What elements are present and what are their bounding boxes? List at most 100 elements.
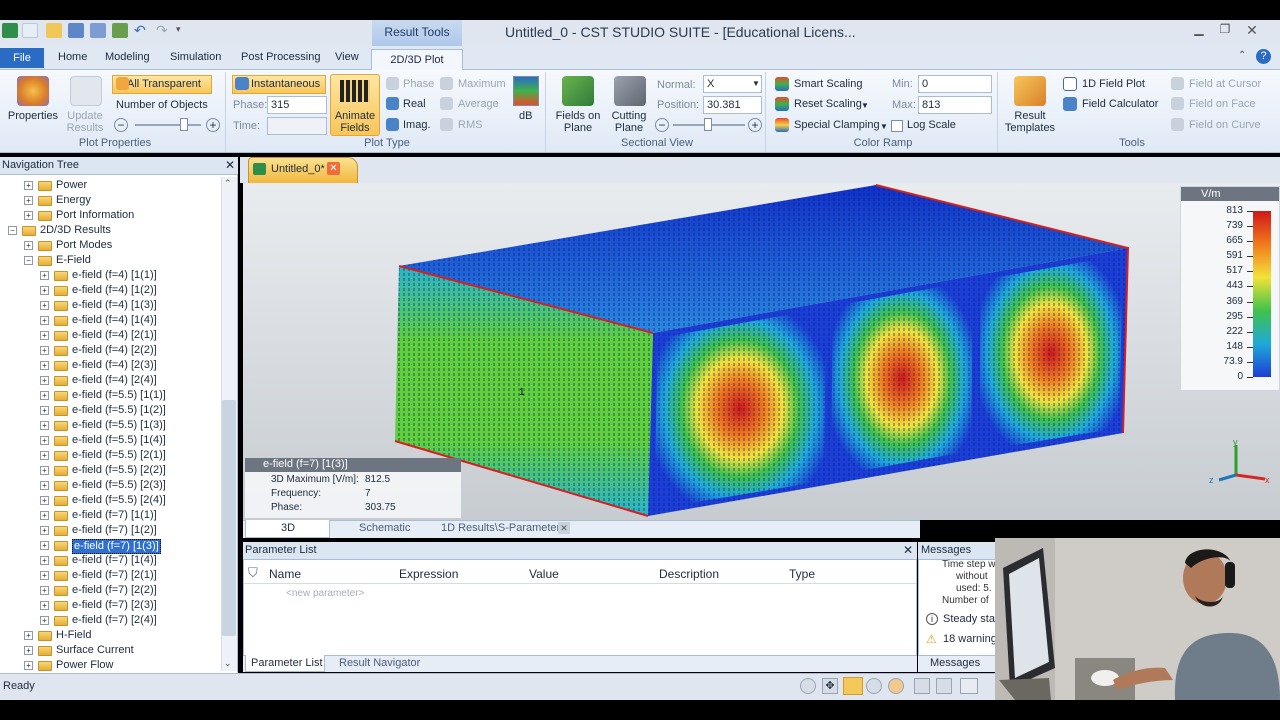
position-input[interactable]: 30.381 [703, 96, 762, 114]
tree-item-efield-result[interactable]: e-field (f=5.5) [1(2)] [72, 404, 166, 419]
open-icon[interactable] [46, 23, 62, 38]
close-icon[interactable]: ✕ [1243, 22, 1261, 38]
new-parameter-row[interactable]: <new parameter> [286, 588, 364, 599]
tab-2d3d-plot[interactable]: 2D/3D Plot [371, 49, 463, 71]
tab-schematic[interactable]: Schematic [359, 522, 410, 534]
average-button[interactable]: Average [458, 98, 499, 110]
restore-icon[interactable]: ❐ [1216, 22, 1234, 38]
view-cube-icon[interactable] [960, 678, 978, 694]
phase-button[interactable]: Phase [403, 78, 434, 90]
col-name[interactable]: Name [269, 567, 301, 581]
objects-slider-track[interactable] [135, 124, 201, 126]
special-clamping-dropdown-icon[interactable]: ▼ [880, 122, 888, 131]
tree-item-efield-result[interactable]: e-field (f=7) [2(4)] [72, 614, 157, 629]
tree-expander-icon[interactable]: + [24, 241, 33, 250]
tree-expander-icon[interactable]: + [40, 286, 49, 295]
pan-icon[interactable]: ✥ [822, 678, 838, 694]
tree-expander-icon[interactable]: + [40, 346, 49, 355]
zoom-icon[interactable] [800, 678, 816, 694]
reset-view-icon[interactable] [888, 678, 904, 694]
field-on-face-button[interactable]: Field on Face [1189, 98, 1256, 110]
tree-expander-icon[interactable]: + [40, 451, 49, 460]
time-input[interactable] [267, 117, 327, 135]
smart-scaling-button[interactable]: Smart Scaling [794, 78, 862, 90]
tab-view[interactable]: View [335, 51, 359, 63]
normal-dropdown-icon[interactable]: ▼ [752, 79, 760, 88]
tree-item-efield-result[interactable]: e-field (f=4) [1(2)] [72, 284, 157, 299]
tree-expander-icon[interactable]: + [40, 406, 49, 415]
customize-icon[interactable]: ▾ [176, 24, 181, 35]
tree-item-efield-result[interactable]: e-field (f=5.5) [1(1)] [72, 389, 166, 404]
tree-expander-icon[interactable]: + [40, 376, 49, 385]
position-decrease-button[interactable]: − [655, 118, 669, 132]
tree-item[interactable]: Surface Current [56, 644, 134, 659]
rms-button[interactable]: RMS [458, 119, 482, 131]
tree-expander-icon[interactable]: + [40, 541, 49, 550]
field-at-cursor-button[interactable]: Field at Cursor [1189, 78, 1261, 90]
tab-post-processing[interactable]: Post Processing [241, 51, 320, 63]
tree-item-2d3d-results[interactable]: 2D/3D Results [40, 224, 111, 239]
new-icon[interactable] [22, 23, 38, 38]
tree-item-efield-result[interactable]: e-field (f=7) [1(4)] [72, 554, 157, 569]
tree-item-efield-result[interactable]: e-field (f=7) [2(1)] [72, 569, 157, 584]
fields-on-plane-button[interactable]: Fields on Plane [552, 110, 604, 134]
tab-modeling[interactable]: Modeling [105, 51, 150, 63]
tree-item-efield-result[interactable]: e-field (f=5.5) [2(2)] [72, 464, 166, 479]
tree-expander-icon[interactable]: + [40, 511, 49, 520]
tree-item-efield-result[interactable]: e-field (f=4) [1(1)] [72, 269, 157, 284]
fit-view-icon[interactable] [914, 678, 930, 694]
filter-icon[interactable]: ⛉ [248, 565, 258, 581]
col-description[interactable]: Description [659, 567, 719, 581]
rotate-icon[interactable] [843, 677, 863, 695]
tree-item[interactable]: Power [56, 179, 87, 194]
tab-result-navigator[interactable]: Result Navigator [339, 657, 420, 669]
tree-expander-icon[interactable]: + [40, 496, 49, 505]
collapse-ribbon-icon[interactable]: ⌃ [1238, 50, 1246, 61]
tree-item-efield[interactable]: E-Field [56, 254, 91, 269]
nav-scroll-thumb[interactable] [222, 400, 236, 636]
save-icon[interactable] [68, 23, 84, 38]
cutting-plane-button[interactable]: Cutting Plane [606, 110, 652, 134]
tree-item-efield-result[interactable]: e-field (f=4) [2(4)] [72, 374, 157, 389]
tree-expander-icon[interactable]: + [40, 421, 49, 430]
update-results-button[interactable]: Update Results [62, 110, 108, 134]
tree-expander-icon[interactable]: + [24, 661, 33, 670]
nav-close-icon[interactable]: ✕ [225, 158, 235, 172]
tree-expander-icon[interactable]: + [40, 556, 49, 565]
tree-item-efield-result[interactable]: e-field (f=7) [1(1)] [72, 509, 157, 524]
reset-scaling-button[interactable]: Reset Scaling [794, 98, 862, 110]
tree-item[interactable]: Power Flow [56, 659, 113, 674]
tree-item-efield-result[interactable]: e-field (f=7) [1(2)] [72, 524, 157, 539]
nav-scroll-down-icon[interactable]: ⌄ [224, 658, 232, 669]
tree-expander-icon[interactable]: + [40, 571, 49, 580]
tree-item-efield-result[interactable]: e-field (f=5.5) [2(3)] [72, 479, 166, 494]
tree-item-efield-result[interactable]: e-field (f=4) [2(1)] [72, 329, 157, 344]
field-on-curve-button[interactable]: Field on Curve [1189, 119, 1261, 131]
min-input[interactable]: 0 [918, 75, 992, 93]
tree-item-port-modes[interactable]: Port Modes [56, 239, 112, 254]
tree-item[interactable]: Energy [56, 194, 91, 209]
col-expression[interactable]: Expression [399, 567, 458, 581]
decrease-objects-button[interactable]: − [114, 118, 128, 132]
tree-item[interactable]: Port Information [56, 209, 134, 224]
phase-input[interactable]: 315 [267, 96, 327, 114]
tree-expander-icon[interactable]: + [24, 646, 33, 655]
result-templates-button[interactable]: Result Templates [1002, 110, 1058, 134]
tab-messages[interactable]: Messages [930, 657, 980, 669]
tree-expander-icon[interactable]: − [24, 256, 33, 265]
tree-expander-icon[interactable]: + [40, 466, 49, 475]
tree-expander-icon[interactable]: + [40, 601, 49, 610]
redo-icon[interactable]: ↷ [156, 22, 168, 39]
tree-item-efield-result[interactable]: e-field (f=7) [1(3)] [72, 539, 161, 554]
save-all-icon[interactable] [90, 23, 106, 38]
param-close-icon[interactable]: ✕ [903, 543, 913, 557]
tree-item-efield-result[interactable]: e-field (f=5.5) [2(4)] [72, 494, 166, 509]
zoom-in-icon[interactable] [866, 678, 882, 694]
steady-state-message[interactable]: Steady stat [943, 613, 998, 625]
tree-item-efield-result[interactable]: e-field (f=4) [2(3)] [72, 359, 157, 374]
special-clamping-button[interactable]: Special Clamping [794, 119, 880, 131]
imag-button[interactable]: Imag. [403, 119, 431, 131]
tree-expander-icon[interactable]: + [40, 361, 49, 370]
tree-expander-icon[interactable]: + [40, 271, 49, 280]
tree-item-efield-result[interactable]: e-field (f=7) [2(2)] [72, 584, 157, 599]
